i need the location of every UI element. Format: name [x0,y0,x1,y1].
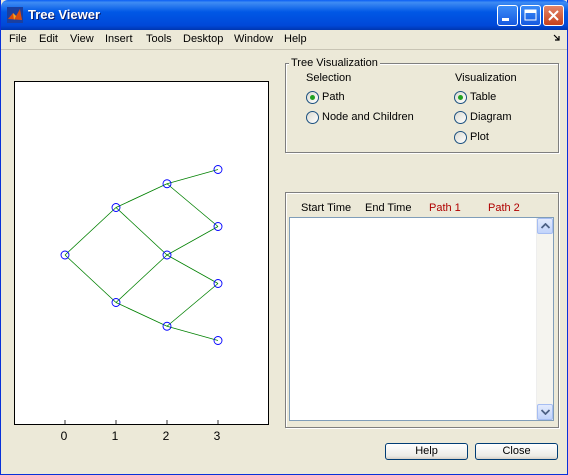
path-table[interactable] [289,217,554,421]
selection-heading: Selection [306,72,352,84]
radio-table-label: Table [470,91,497,103]
close-button[interactable]: Close [475,443,558,460]
matlab-logo-icon [7,7,23,23]
tree-edge [166,226,219,256]
radio-plot-indicator [454,131,467,144]
menu-edit[interactable]: Edit [39,33,58,45]
tree-edge [64,207,117,256]
maximize-button[interactable] [520,5,541,26]
chevron-up-icon [541,223,550,229]
x-tick-label: 0 [60,429,68,443]
maximize-icon [524,9,537,21]
radio-node-and-children-label: Node and Children [322,111,414,123]
scroll-down-button[interactable] [537,404,553,420]
minimize-icon [502,18,509,21]
table-vertical-scrollbar[interactable] [536,218,553,420]
menu-tools[interactable]: Tools [146,33,172,45]
radio-node-and-children-indicator [306,111,319,124]
x-tick-label: 3 [213,429,221,443]
scroll-up-button[interactable] [537,218,553,234]
window-title: Tree Viewer [28,7,101,22]
menu-bar: File Edit View Insert Tools Desktop Wind… [1,30,567,50]
radio-path-indicator [306,91,319,104]
tree-edge [115,183,168,208]
table-header-path-2: Path 2 [488,202,520,214]
help-button[interactable]: Help [385,443,468,460]
tree-edge [166,283,219,327]
tree-plot-axes [14,81,269,425]
radio-path-label: Path [322,91,345,103]
tree-edge [115,302,168,327]
table-header-start-time: Start Time [301,202,352,214]
tree-plot [60,165,223,424]
radio-diagram-indicator [454,111,467,124]
x-tick-label: 2 [162,429,170,443]
menu-file[interactable]: File [9,33,27,45]
menu-view[interactable]: View [70,33,94,45]
minimize-button[interactable] [497,5,518,26]
tree-edge [64,254,117,303]
tree-viewer-window: Tree Viewer File Edit View Insert Tools … [0,0,568,475]
table-header-end-time: End Time [365,202,412,214]
tree-visualization-title: Tree Visualization [289,57,380,69]
radio-table-indicator [454,91,467,104]
tree-edge [166,183,219,227]
radio-plot-label: Plot [470,131,489,143]
title-bar[interactable]: Tree Viewer [1,0,568,30]
menu-desktop[interactable]: Desktop [183,33,223,45]
table-header-path-1: Path 1 [429,202,461,214]
radio-diagram-label: Diagram [470,111,512,123]
menu-help[interactable]: Help [284,33,307,45]
tree-edge [115,254,168,303]
x-tick-label: 1 [111,429,119,443]
close-window-button[interactable] [543,5,564,26]
tree-edge [166,254,219,284]
chevron-down-icon [541,409,550,415]
dock-arrow-icon[interactable] [553,34,561,42]
close-icon [548,10,559,21]
menu-window[interactable]: Window [234,33,273,45]
tree-edge [166,325,219,341]
tree-edge [115,207,168,256]
tree-edge [166,169,219,185]
visualization-heading: Visualization [455,72,517,84]
menu-insert[interactable]: Insert [105,33,133,45]
